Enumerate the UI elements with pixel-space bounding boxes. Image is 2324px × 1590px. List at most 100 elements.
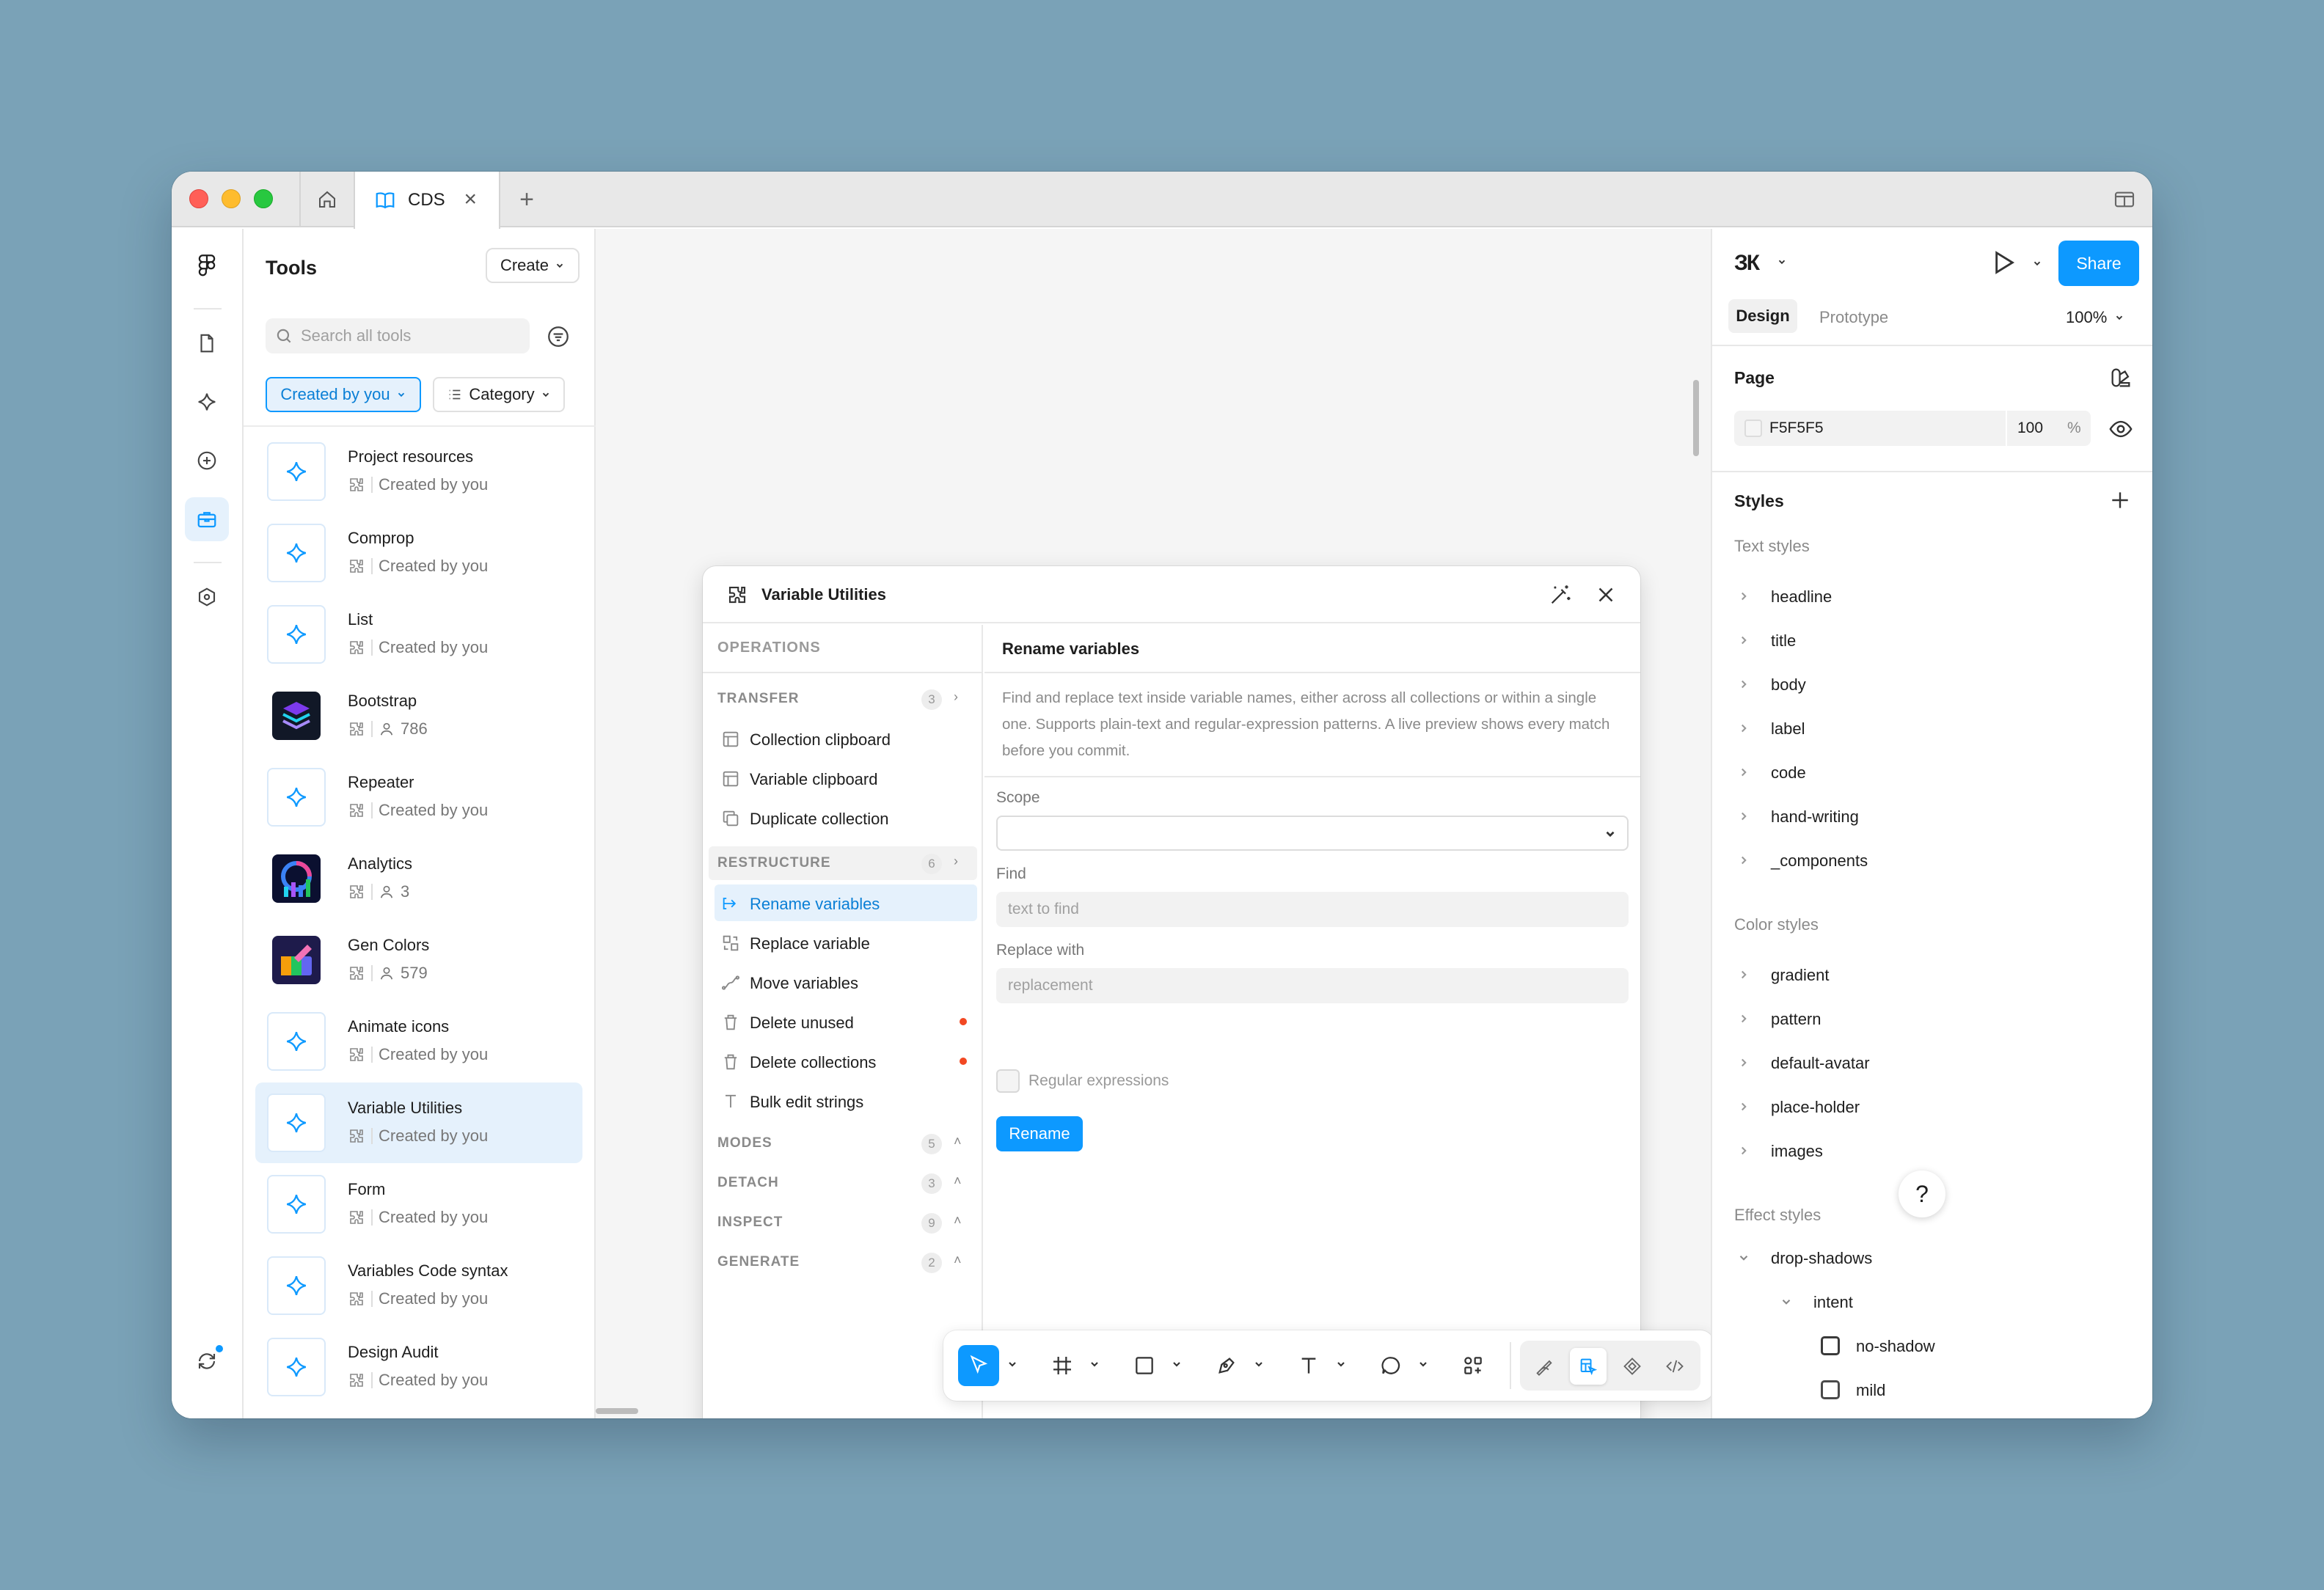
file-tab[interactable]: CDS ×	[354, 172, 500, 229]
tool-list-item[interactable]: Bootstrap 786	[255, 675, 582, 756]
style-row[interactable]: pattern	[1734, 1005, 2130, 1034]
color-swatch[interactable]	[1744, 420, 1762, 437]
chevron-down-icon[interactable]	[2032, 258, 2042, 268]
help-button[interactable]: ?	[1899, 1170, 1945, 1217]
rail-tools-button[interactable]	[185, 497, 229, 541]
style-row[interactable]: headline	[1734, 582, 2130, 612]
play-icon[interactable]	[1988, 248, 2017, 277]
tool-list-item[interactable]: Gen Colors 579	[255, 920, 582, 1000]
category-filter[interactable]: Category	[433, 377, 565, 412]
effect-subgroup-row[interactable]: intent	[1734, 1288, 2130, 1317]
close-window-button[interactable]	[189, 189, 208, 208]
filter-icon[interactable]	[546, 324, 571, 349]
close-icon[interactable]	[1593, 582, 1618, 607]
style-row[interactable]: _components	[1734, 846, 2130, 876]
page-color-value[interactable]: F5F5F5	[1769, 420, 1824, 437]
replace-input[interactable]: replacement	[996, 968, 1629, 1003]
page-background-field[interactable]: F5F5F5 100 %	[1734, 411, 2091, 446]
regex-checkbox[interactable]	[996, 1069, 1020, 1093]
rail-settings-button[interactable]	[185, 575, 229, 619]
section-generate[interactable]: GENERATE 2 ˄	[709, 1245, 977, 1279]
text-tool-button[interactable]	[1288, 1345, 1329, 1386]
frame-tool-button[interactable]	[1042, 1345, 1083, 1386]
operation-item[interactable]: Variable clipboard	[715, 760, 977, 796]
dev-mode-button[interactable]	[1656, 1348, 1693, 1385]
section-detach[interactable]: DETACH 3 ˄	[709, 1166, 977, 1200]
tool-list-item[interactable]: Analytics 3	[255, 838, 582, 919]
tool-list-item[interactable]: Comprop Created by you	[255, 513, 582, 593]
section-restructure[interactable]: RESTRUCTURE 6 ›	[709, 846, 977, 880]
find-input[interactable]: text to find	[996, 892, 1629, 927]
zoom-dropdown[interactable]: 100%	[2066, 308, 2124, 327]
rail-sync-button[interactable]	[185, 1339, 229, 1383]
effect-style-row[interactable]: no-shadow	[1734, 1332, 2130, 1361]
operation-item[interactable]: Move variables	[715, 964, 977, 1000]
rename-button[interactable]: Rename	[996, 1116, 1083, 1151]
section-transfer[interactable]: TRANSFER 3 ›	[709, 682, 977, 716]
effect-style-row[interactable]: mild	[1734, 1376, 2130, 1405]
chevron-down-icon[interactable]	[1335, 1358, 1347, 1370]
rail-file-button[interactable]	[185, 321, 229, 365]
tab-design[interactable]: Design	[1728, 299, 1797, 333]
style-row[interactable]: title	[1734, 626, 2130, 656]
chevron-down-icon[interactable]	[1171, 1358, 1183, 1370]
operation-item[interactable]: Rename variables	[715, 884, 977, 921]
operation-item[interactable]: Replace variable	[715, 924, 977, 961]
plus-icon[interactable]	[2108, 488, 2132, 512]
minimize-window-button[interactable]	[222, 189, 241, 208]
eye-icon[interactable]	[2108, 417, 2133, 442]
create-button[interactable]: Create	[486, 248, 580, 283]
style-row[interactable]: code	[1734, 758, 2130, 788]
chevron-down-icon[interactable]	[1006, 1358, 1018, 1370]
tool-list-item[interactable]: Form Created by you	[255, 1164, 582, 1245]
scope-select[interactable]	[996, 816, 1629, 851]
magic-wand-icon[interactable]	[1548, 582, 1573, 607]
operation-item[interactable]: Bulk edit strings	[715, 1082, 977, 1119]
comment-tool-button[interactable]	[1370, 1345, 1411, 1386]
component-mode-button[interactable]	[1614, 1348, 1651, 1385]
sidebar-toggle-icon[interactable]	[2113, 188, 2136, 211]
tool-list-item[interactable]: Variable Utilities Created by you	[255, 1082, 582, 1163]
tab-close-icon[interactable]: ×	[464, 188, 477, 210]
tool-list-item[interactable]: List Created by you	[255, 594, 582, 675]
draw-mode-button[interactable]	[1526, 1348, 1563, 1385]
operation-item[interactable]: Delete unused	[715, 1003, 977, 1040]
effect-group-row[interactable]: drop-shadows	[1734, 1244, 2130, 1273]
created-by-you-filter[interactable]: Created by you	[266, 377, 421, 412]
section-inspect[interactable]: INSPECT 9 ˄	[709, 1206, 977, 1239]
share-button[interactable]: Share	[2058, 241, 2139, 286]
search-input[interactable]	[301, 326, 521, 345]
chevron-down-icon[interactable]	[1777, 257, 1787, 267]
tool-list-item[interactable]: Animate icons Created by you	[255, 1001, 582, 1082]
tool-list-item[interactable]: Repeater Created by you	[255, 757, 582, 838]
style-row[interactable]: label	[1734, 714, 2130, 744]
new-tab-button[interactable]: +	[512, 185, 541, 214]
figma-menu-button[interactable]	[185, 245, 229, 289]
style-row[interactable]: hand-writing	[1734, 802, 2130, 832]
avatar[interactable]: ЗК	[1734, 251, 1760, 276]
pen-tool-button[interactable]	[1206, 1345, 1247, 1386]
section-modes[interactable]: MODES 5 ˄	[709, 1126, 977, 1160]
page-opacity-value[interactable]: 100	[2017, 420, 2043, 437]
chevron-down-icon[interactable]	[1089, 1358, 1100, 1370]
style-row[interactable]: images	[1734, 1137, 2130, 1166]
style-row[interactable]: body	[1734, 670, 2130, 700]
rail-add-button[interactable]	[185, 439, 229, 483]
zoom-window-button[interactable]	[254, 189, 273, 208]
shape-tool-button[interactable]	[1124, 1345, 1165, 1386]
chevron-down-icon[interactable]	[1253, 1358, 1265, 1370]
canvas[interactable]: Variable Utilities OPERATIONS TRANSFER 3…	[596, 229, 1714, 1418]
style-row[interactable]: default-avatar	[1734, 1049, 2130, 1078]
home-button[interactable]	[299, 172, 354, 227]
design-mode-button[interactable]	[1570, 1348, 1607, 1385]
horizontal-scrollbar[interactable]	[596, 1408, 638, 1414]
tab-prototype[interactable]: Prototype	[1819, 308, 1888, 327]
operation-item[interactable]: Delete collections	[715, 1043, 977, 1080]
style-row[interactable]: gradient	[1734, 961, 2130, 990]
operation-item[interactable]: Duplicate collection	[715, 799, 977, 836]
tool-list-item[interactable]: Design Audit Created by you	[255, 1327, 582, 1407]
move-tool-button[interactable]	[958, 1345, 999, 1386]
chevron-down-icon[interactable]	[1417, 1358, 1429, 1370]
operation-item[interactable]: Collection clipboard	[715, 720, 977, 757]
actions-button[interactable]	[1452, 1345, 1494, 1386]
